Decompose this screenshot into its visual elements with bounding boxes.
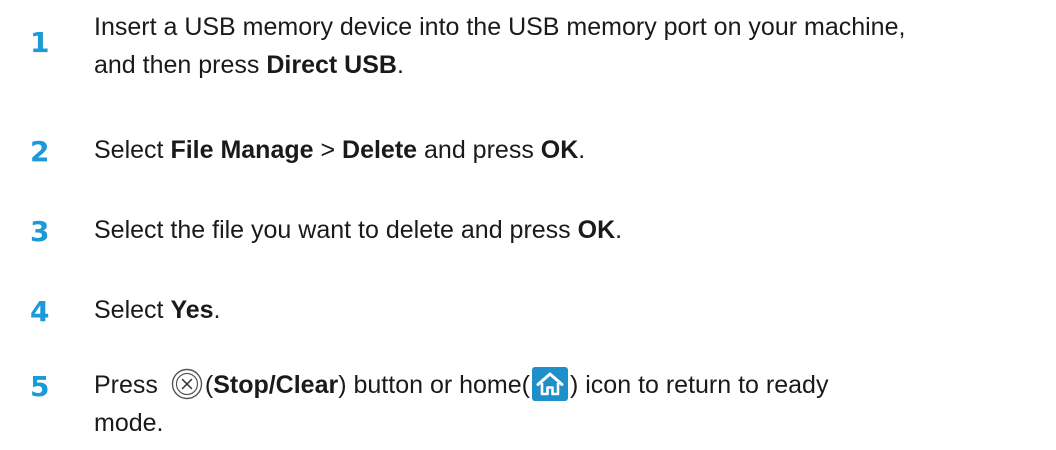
step-text-segment: Select	[94, 296, 171, 324]
step-number: 1	[30, 26, 50, 59]
step-text-segment: .	[213, 296, 221, 324]
step-text-segment: (	[204, 371, 214, 399]
step-text-bold: Direct USB	[266, 51, 397, 79]
step-text-bold: OK	[540, 136, 579, 164]
step-text-segment: and then press	[94, 51, 267, 79]
step-text: Select File Manage > Delete and press OK…	[94, 131, 1044, 169]
instruction-steps: 1 Insert a USB memory device into the US…	[0, 0, 1056, 450]
step-text-bold: Yes	[170, 296, 214, 324]
step-text-bold: Stop/Clear	[213, 371, 339, 399]
step-number: 5	[30, 370, 50, 403]
home-icon	[531, 367, 568, 401]
step-number: 4	[30, 295, 50, 328]
step-text-bold: File Manage	[170, 136, 314, 164]
step-text: Insert a USB memory device into the USB …	[94, 8, 1044, 84]
step-text-segment: .	[615, 216, 623, 244]
step-text-segment: Select	[94, 136, 171, 164]
step-text: Press (Stop/Clear) button or home( ) icon…	[94, 366, 1044, 442]
step-text-segment: ) button or home(	[338, 371, 530, 399]
step-text-segment: Press	[94, 371, 165, 399]
step-text-bold: Delete	[342, 136, 418, 164]
step-text-segment: and press	[417, 136, 541, 164]
stop-clear-icon	[171, 368, 203, 400]
step-text-bold: OK	[577, 216, 616, 244]
step-text-segment: .	[578, 136, 586, 164]
step-text: Select Yes.	[94, 291, 1044, 329]
step-text-segment: .	[396, 51, 404, 79]
step-text-segment: Select the file you want to delete and p…	[94, 216, 578, 244]
step-number: 3	[30, 215, 50, 248]
step-text-segment: >	[313, 136, 343, 164]
step-text-line: mode.	[94, 409, 164, 437]
step-number: 2	[30, 135, 50, 168]
step-text-segment: ) icon to return to ready	[569, 371, 829, 399]
step-text: Select the file you want to delete and p…	[94, 211, 1044, 249]
step-text-line: Insert a USB memory device into the USB …	[94, 13, 906, 41]
